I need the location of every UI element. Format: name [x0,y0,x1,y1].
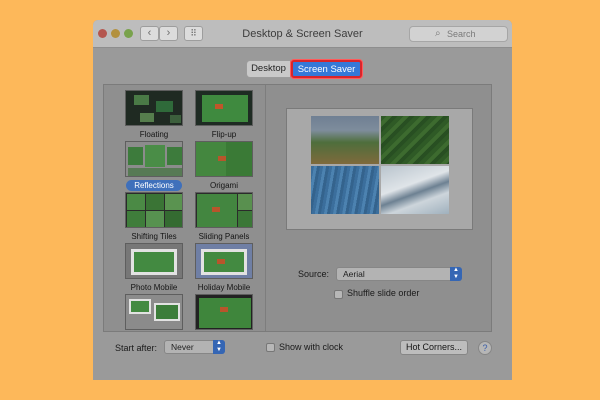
chevron-updown-icon: ▲ ▼ [450,267,462,281]
screensaver-floating[interactable]: Floating [124,90,184,140]
screensaver-list[interactable]: Floating Flip-up Reflections Origami Shi… [104,85,266,331]
flip-up-thumbnail [195,90,253,126]
photo-mobile-thumbnail [125,243,183,279]
source-select[interactable]: Aerial ▲ ▼ [336,267,462,281]
chevron-updown-icon: ▲ ▼ [213,340,225,354]
screensaver-photo-mobile[interactable]: Photo Mobile [124,243,184,293]
tab-desktop[interactable]: Desktop [246,60,290,78]
screensaver-label: Origami [209,181,238,190]
system-preferences-window: ‹ › ⠿ Desktop & Screen Saver ⌕ Search De… [93,20,512,380]
preview-photo-ice [381,166,449,214]
hot-corners-button[interactable]: Hot Corners... [400,340,468,355]
preview-photo-fields [381,116,449,164]
screensaver-shifting-tiles[interactable]: Shifting Tiles [124,192,184,242]
help-button[interactable]: ? [478,341,492,355]
content-panel: Floating Flip-up Reflections Origami Shi… [103,84,492,332]
screensaver-label: Shifting Tiles [131,232,177,241]
ken-burns-thumbnail [195,294,253,330]
screensaver-label: Floating [139,130,169,139]
source-value: Aerial [343,269,365,279]
screensaver-label: Sliding Panels [198,232,250,241]
floating-thumbnail [125,90,183,126]
search-field[interactable]: ⌕ Search [409,26,508,42]
screensaver-vintage-prints[interactable] [124,294,184,331]
source-label: Source: [298,269,330,279]
screensaver-flip-up[interactable]: Flip-up [194,90,254,140]
screensaver-sliding-panels[interactable]: Sliding Panels [194,192,254,242]
screensaver-preview [286,108,473,230]
screensaver-ken-burns[interactable] [194,294,254,331]
show-clock-checkbox[interactable] [266,343,275,352]
shifting-tiles-thumbnail [125,192,183,228]
screensaver-origami[interactable]: Origami [194,141,254,191]
holiday-mobile-thumbnail [195,243,253,279]
screensaver-reflections[interactable]: Reflections [124,141,184,191]
preview-photo-water [311,166,379,214]
search-placeholder: Search [447,29,476,39]
show-clock-label: Show with clock [279,342,344,352]
screensaver-label: Flip-up [211,130,237,139]
origami-thumbnail [195,141,253,177]
start-after-value: Never [171,342,194,352]
tab-screen-saver[interactable]: Screen Saver [291,60,362,78]
screensaver-label: Holiday Mobile [197,283,251,292]
vintage-prints-thumbnail [125,294,183,330]
search-icon: ⌕ [435,28,441,39]
start-after-select[interactable]: Never ▲ ▼ [164,340,225,354]
reflections-thumbnail [125,141,183,177]
title-bar: ‹ › ⠿ Desktop & Screen Saver ⌕ Search [93,20,512,48]
shuffle-checkbox[interactable] [334,290,343,299]
preview-photo-mountains [311,116,379,164]
sliding-panels-thumbnail [195,192,253,228]
start-after-label: Start after: [115,343,158,353]
screensaver-label: Reflections [126,180,182,191]
shuffle-label: Shuffle slide order [347,288,420,298]
screensaver-holiday-mobile[interactable]: Holiday Mobile [194,243,254,293]
screensaver-label: Photo Mobile [130,283,178,292]
